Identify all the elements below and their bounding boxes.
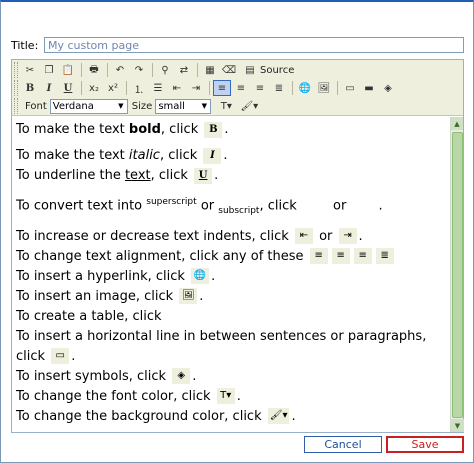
toolbar-separator [152, 63, 153, 77]
font-color-icon[interactable]: T▾ [215, 98, 237, 114]
cancel-button[interactable]: Cancel [304, 436, 382, 453]
horizontal-rule-icon: ▭ [51, 348, 70, 365]
subscript-icon[interactable]: x₂ [85, 80, 103, 96]
subscript-icon [352, 198, 376, 214]
vertical-scrollbar[interactable]: ▲ ▼ [450, 117, 464, 432]
source-label: Source [260, 64, 295, 76]
table-icon [168, 308, 192, 324]
content-line: To convert text into superscript or subs… [16, 197, 383, 216]
content-line: To insert symbols, click ◈. [16, 368, 197, 385]
underline-button[interactable]: U [59, 80, 77, 96]
content-line: To change the font color, click T▾. [16, 388, 241, 405]
align-left-icon[interactable]: ≡ [213, 80, 231, 96]
save-button[interactable]: Save [386, 436, 464, 453]
justify-icon: ≣ [375, 248, 394, 265]
superscript-icon [303, 198, 327, 214]
content-line: To create a table, click [16, 307, 445, 327]
image-icon[interactable]: 🖼 [315, 80, 333, 96]
background-color-icon[interactable]: 🖌▾ [238, 98, 260, 114]
scroll-down-icon[interactable]: ▼ [451, 419, 464, 432]
source-button[interactable]: ▤ Source [241, 62, 294, 78]
chevron-down-icon: ▼ [201, 102, 207, 110]
align-left-icon: ≡ [309, 248, 328, 265]
content-line: To insert an image, click 🖼. [16, 288, 204, 305]
content-line: To change text alignment, click any of t… [16, 247, 445, 267]
size-label: Size [131, 100, 153, 112]
toolbar-row-2: B I U x₂ x² ⒈ ☰ ⇤ ⇥ ≡ ≡ ≡ ≣ 🌐 🖼 ▭ ▬ ◈ [14, 79, 398, 97]
toolbar-grip [14, 62, 18, 78]
toolbar-grip [14, 80, 18, 96]
toolbar-separator [337, 81, 338, 95]
align-center-icon: ≡ [331, 248, 350, 265]
redo-icon[interactable]: ↷ [130, 62, 148, 78]
italic-button[interactable]: I [40, 80, 58, 96]
align-center-icon[interactable]: ≡ [232, 80, 250, 96]
bold-icon: B [204, 121, 223, 138]
content-line: To make the text italic, click I. [16, 147, 228, 164]
image-icon: 🖼 [179, 288, 198, 305]
outdent-icon[interactable]: ⇤ [168, 80, 186, 96]
indent-icon: ⇥ [338, 228, 357, 245]
scroll-thumb[interactable] [452, 132, 463, 418]
content-line: To insert a horizontal line in between s… [16, 328, 427, 365]
editor-toolbar: ✂ ❐ 📋 🖶 ↶ ↷ ⚲ ⇄ ▦ ⌫ ▤ Source B I U x₂ x²… [12, 60, 463, 116]
font-label: Font [25, 100, 47, 112]
toolbar-row-3: Font Verdana ▼ Size small ▼ T▾ 🖌▾ [14, 97, 261, 115]
special-char-icon: ◈ [172, 368, 191, 385]
source-icon: ▤ [245, 64, 255, 76]
font-color-icon: T▾ [216, 388, 235, 405]
toolbar-grip [14, 98, 18, 114]
title-label: Title: [11, 38, 39, 52]
background-color-icon: 🖌▾ [267, 408, 290, 425]
replace-icon[interactable]: ⇄ [175, 62, 193, 78]
font-value: Verdana [52, 100, 94, 112]
toolbar-separator [81, 81, 82, 95]
link-icon: 🌐 [191, 268, 210, 285]
justify-icon[interactable]: ≣ [270, 80, 288, 96]
italic-icon: I [203, 147, 222, 164]
chevron-down-icon: ▼ [118, 102, 124, 110]
content-line: To change the background color, click 🖌▾… [16, 408, 296, 425]
content-line: To increase or decrease text indents, cl… [16, 228, 363, 245]
toolbar-separator [209, 81, 210, 95]
superscript-icon[interactable]: x² [104, 80, 122, 96]
eraser-icon[interactable]: ⌫ [220, 62, 238, 78]
paste-icon[interactable]: 📋 [59, 62, 77, 78]
content-line: To underline the text, click U. [16, 167, 219, 184]
select-all-icon[interactable]: ▦ [201, 62, 219, 78]
title-input[interactable] [44, 37, 464, 53]
font-select[interactable]: Verdana ▼ [49, 98, 128, 114]
underline-icon: U [194, 167, 213, 184]
toolbar-separator [292, 81, 293, 95]
numbered-list-icon[interactable]: ⒈ [130, 80, 148, 96]
copy-icon[interactable]: ❐ [40, 62, 58, 78]
cut-icon[interactable]: ✂ [21, 62, 39, 78]
horizontal-rule-icon[interactable]: ▬ [360, 80, 378, 96]
scroll-up-icon[interactable]: ▲ [451, 117, 463, 130]
table-icon[interactable]: ▭ [341, 80, 359, 96]
toolbar-separator [126, 81, 127, 95]
align-right-icon: ≡ [353, 248, 372, 265]
bold-button[interactable]: B [21, 80, 39, 96]
size-value: small [158, 100, 185, 112]
content-line: To make the text bold, click B. [16, 121, 229, 138]
toolbar-separator [81, 63, 82, 77]
find-icon[interactable]: ⚲ [156, 62, 174, 78]
rich-text-editor: ✂ ❐ 📋 🖶 ↶ ↷ ⚲ ⇄ ▦ ⌫ ▤ Source B I U x₂ x²… [11, 59, 464, 433]
toolbar-separator [107, 63, 108, 77]
toolbar-separator [197, 63, 198, 77]
indent-icon[interactable]: ⇥ [187, 80, 205, 96]
special-char-icon[interactable]: ◈ [379, 80, 397, 96]
toolbar-row-1: ✂ ❐ 📋 🖶 ↶ ↷ ⚲ ⇄ ▦ ⌫ ▤ Source [14, 61, 294, 79]
editor-content[interactable]: To make the text bold, click B. To make … [12, 117, 449, 432]
align-right-icon[interactable]: ≡ [251, 80, 269, 96]
link-icon[interactable]: 🌐 [296, 80, 314, 96]
outdent-icon: ⇤ [294, 228, 313, 245]
print-icon[interactable]: 🖶 [85, 62, 103, 78]
undo-icon[interactable]: ↶ [111, 62, 129, 78]
size-select[interactable]: small ▼ [155, 98, 212, 114]
content-line: To insert a hyperlink, click 🌐. [16, 268, 216, 285]
bulleted-list-icon[interactable]: ☰ [149, 80, 167, 96]
